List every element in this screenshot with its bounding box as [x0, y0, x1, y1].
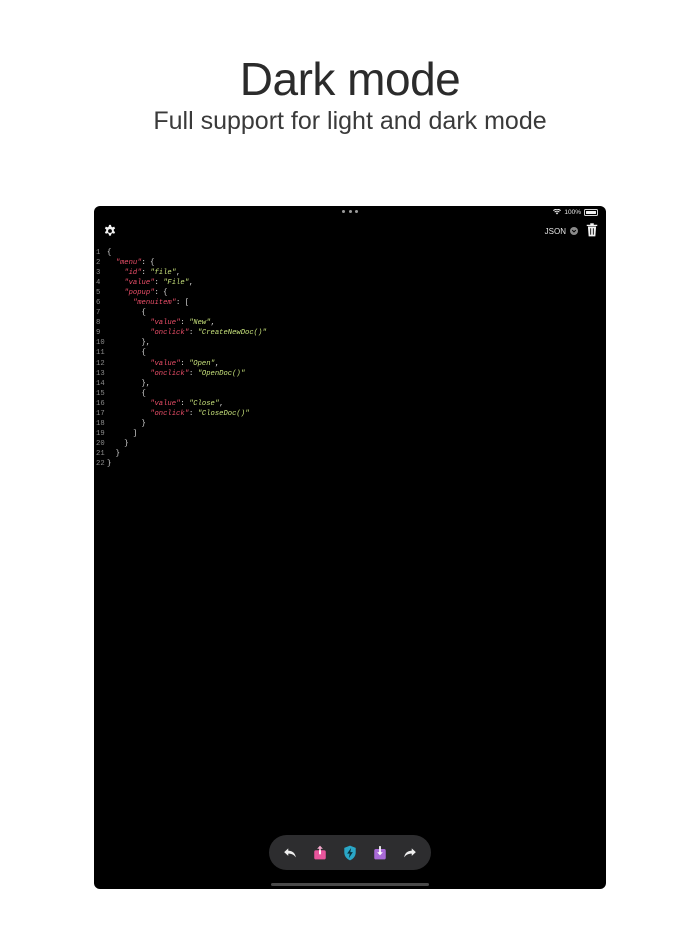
page-subheadline: Full support for light and dark mode — [153, 107, 547, 135]
code-line[interactable]: 4 "value": "File", — [96, 278, 604, 288]
code-line[interactable]: 22} — [96, 459, 604, 469]
code-line[interactable]: 14 }, — [96, 379, 604, 389]
home-indicator[interactable] — [271, 883, 429, 886]
settings-gear-icon[interactable] — [103, 224, 117, 238]
code-text: "value": "New", — [150, 319, 215, 328]
line-number: 14 — [96, 379, 105, 388]
code-text: "value": "Close", — [150, 399, 224, 408]
import-button[interactable] — [371, 844, 389, 862]
code-line[interactable]: 6 "menuitem": [ — [96, 298, 604, 308]
line-number: 15 — [96, 389, 105, 398]
line-number: 21 — [96, 449, 105, 458]
line-number: 19 — [96, 429, 105, 438]
lightning-shield-icon — [344, 845, 356, 860]
code-line[interactable]: 20 } — [96, 439, 604, 449]
line-number: 20 — [96, 439, 105, 448]
code-line[interactable]: 18 } — [96, 419, 604, 429]
code-line[interactable]: 10 }, — [96, 338, 604, 348]
format-label: JSON — [544, 226, 566, 236]
code-text: "value": "Open", — [150, 359, 220, 368]
line-number: 16 — [96, 399, 105, 408]
code-text: "id": "file", — [124, 269, 181, 278]
chevron-down-icon — [570, 227, 578, 235]
code-text: { — [107, 249, 112, 257]
redo-arrow-icon — [404, 847, 416, 857]
code-line[interactable]: 13 "onclick": "OpenDoc()" — [96, 369, 604, 379]
line-number: 22 — [96, 459, 105, 468]
code-line[interactable]: 21 } — [96, 449, 604, 459]
code-line[interactable]: 16 "value": "Close", — [96, 399, 604, 409]
line-number: 2 — [96, 259, 101, 268]
code-text: ] — [107, 429, 138, 438]
export-button[interactable] — [311, 844, 329, 862]
code-text: "onclick": "CreateNewDoc()" — [150, 329, 267, 338]
format-bolt-button[interactable] — [341, 844, 359, 862]
tablet-screen: 100% JSON 1{2 "menu": {3 "id": "file", 4… — [94, 206, 606, 889]
code-text: "onclick": "CloseDoc()" — [150, 409, 250, 418]
line-number: 3 — [96, 269, 101, 278]
line-number: 11 — [96, 349, 105, 358]
code-line[interactable]: 17 "onclick": "CloseDoc()" — [96, 409, 604, 419]
code-text: "value": "File", — [124, 279, 194, 288]
code-text: { — [107, 389, 146, 398]
code-text: "popup": { — [124, 289, 168, 298]
code-text: { — [107, 349, 146, 358]
redo-button[interactable] — [401, 844, 419, 862]
code-line[interactable]: 1{ — [96, 248, 604, 258]
undo-arrow-icon — [284, 847, 296, 857]
code-line[interactable]: 9 "onclick": "CreateNewDoc()" — [96, 328, 604, 338]
undo-button[interactable] — [281, 844, 299, 862]
status-indicators: 100% — [553, 207, 598, 217]
line-number: 10 — [96, 339, 105, 348]
code-editor[interactable]: 1{2 "menu": {3 "id": "file", 4 "value": "… — [96, 248, 604, 828]
line-number: 4 — [96, 279, 101, 288]
line-number: 18 — [96, 419, 105, 428]
line-number: 12 — [96, 359, 105, 368]
code-text: }, — [107, 339, 151, 348]
code-line[interactable]: 15 { — [96, 389, 604, 399]
code-text: "menuitem": [ — [132, 299, 189, 308]
wifi-icon — [553, 209, 562, 215]
code-text: }, — [107, 379, 151, 388]
line-number: 8 — [96, 319, 101, 328]
code-line[interactable]: 7 { — [96, 308, 604, 318]
code-text: } — [107, 459, 112, 468]
editor-toolbar: JSON — [94, 222, 606, 242]
line-number: 17 — [96, 409, 105, 418]
tray-download-icon — [374, 846, 386, 860]
line-number: 13 — [96, 369, 105, 378]
status-bar: 100% — [94, 206, 606, 220]
code-text: "menu": { — [115, 259, 155, 268]
code-line[interactable]: 19 ] — [96, 429, 604, 439]
line-number: 1 — [96, 249, 101, 257]
line-number: 9 — [96, 329, 101, 338]
code-line[interactable]: 5 "popup": { — [96, 288, 604, 298]
code-line[interactable]: 11 { — [96, 348, 604, 358]
trash-icon[interactable] — [586, 223, 598, 237]
code-line[interactable]: 2 "menu": { — [96, 258, 604, 268]
code-line[interactable]: 3 "id": "file", — [96, 268, 604, 278]
code-text: } — [107, 419, 146, 428]
code-text: { — [107, 309, 146, 318]
battery-percentage: 100% — [564, 208, 581, 216]
multitasking-dots-icon[interactable] — [342, 210, 358, 214]
code-line[interactable]: 8 "value": "New", — [96, 318, 604, 328]
format-selector[interactable]: JSON — [545, 225, 578, 237]
line-number: 7 — [96, 309, 101, 318]
code-text: } — [107, 439, 129, 448]
line-number: 5 — [96, 289, 101, 298]
code-line[interactable]: 12 "value": "Open", — [96, 359, 604, 369]
code-text: } — [107, 449, 120, 458]
page-headline: Dark mode — [239, 53, 461, 105]
line-number: 6 — [96, 299, 101, 308]
bottom-action-bar — [269, 835, 431, 870]
share-upload-icon — [314, 845, 326, 860]
code-text: "onclick": "OpenDoc()" — [150, 369, 246, 378]
battery-icon — [584, 208, 598, 216]
